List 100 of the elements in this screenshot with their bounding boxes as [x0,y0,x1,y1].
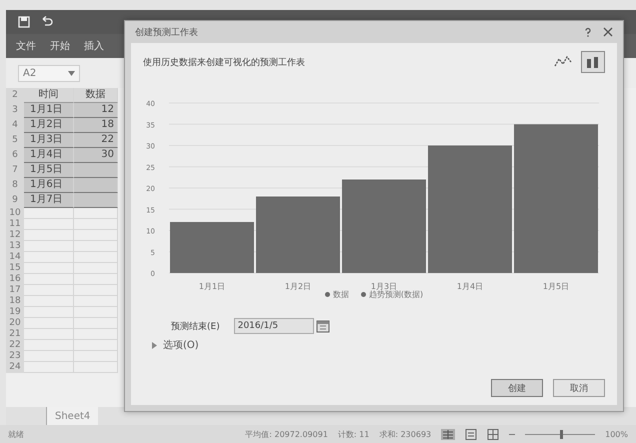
table-cell [74,318,118,329]
options-expander[interactable]: 选项(O) [143,338,199,352]
row-number[interactable]: 20 [6,318,24,329]
table-cell [74,362,118,373]
table-cell: 1月2日 [24,118,74,133]
table-cell [74,219,118,230]
row-number[interactable]: 15 [6,263,24,274]
row-number[interactable]: 10 [6,208,24,219]
status-count: 计数: 11 [338,428,370,440]
calendar-icon[interactable] [316,319,330,333]
table-cell [24,263,74,274]
row-number[interactable]: 23 [6,351,24,362]
name-box[interactable]: A2 [18,64,80,82]
axis-category-label: 1月2日 [284,282,312,291]
row-number[interactable]: 12 [6,230,24,241]
table-cell [24,362,74,373]
table-cell [74,351,118,362]
table-cell [74,263,118,274]
table-cell: 1月7日 [24,193,74,208]
row-number[interactable]: 24 [6,362,24,373]
row-number[interactable]: 19 [6,307,24,318]
close-icon[interactable] [603,27,613,37]
table-cell [24,340,74,351]
table-cell [74,285,118,296]
table-cell: 1月4日 [24,148,74,163]
caret-icon [151,342,157,348]
table-cell: 数据 [74,88,118,103]
legend-dot [324,292,330,297]
ribbon-tab[interactable]: 开始 [44,34,76,58]
table-cell [24,230,74,241]
row-number[interactable]: 6 [6,148,24,163]
table-cell [74,252,118,263]
table-cell [24,241,74,252]
axis-category-label: 1月1日 [198,282,226,291]
page-break-icon[interactable] [487,428,500,440]
row-number[interactable]: 11 [6,219,24,230]
status-sum: 求和: 230693 [379,428,432,440]
table-cell [74,340,118,351]
row-number[interactable]: 7 [6,163,24,178]
table-cell [24,296,74,307]
table-cell [24,252,74,263]
table-cell [74,329,118,340]
table-cell: 18 [74,118,118,133]
table-cell [24,329,74,340]
row-number[interactable]: 4 [6,118,24,133]
row-number[interactable]: 5 [6,133,24,148]
table-cell: 1月3日 [24,133,74,148]
table-cell [74,296,118,307]
table-cell: 1月5日 [24,163,74,178]
table-cell: 1月6日 [24,178,74,193]
undo-icon[interactable] [40,16,54,28]
table-cell: 1月1日 [24,103,74,118]
status-text: 就绪 [8,428,24,440]
date-field[interactable]: 2016/1/5 [234,318,314,334]
status-average: 平均值: 20972.09091 [245,428,328,440]
axis-category-label: 1月4日 [456,282,484,291]
row-number[interactable]: 3 [6,103,24,118]
table-cell [24,285,74,296]
table-cell: 22 [74,133,118,148]
table-cell [74,274,118,285]
row-number[interactable]: 18 [6,296,24,307]
table-cell [24,219,74,230]
dialog-description: 使用历史数据来创建可视化的预测工作表 [143,56,305,68]
table-cell: 30 [74,148,118,163]
table-cell: 12 [74,103,118,118]
ribbon-tab[interactable]: 文件 [10,34,42,58]
row-number[interactable]: 17 [6,285,24,296]
axis-category-label: 1月5日 [542,282,570,291]
page-layout-icon[interactable] [465,428,478,440]
row-number[interactable]: 16 [6,274,24,285]
cancel-button[interactable]: 取消 [553,379,605,397]
zoom-label: 100% [605,430,628,438]
legend-label: 趋势预测(数据) [368,290,424,300]
save-icon[interactable] [18,16,30,28]
table-cell [24,274,74,285]
table-cell [74,208,118,219]
table-cell [24,208,74,219]
help-icon[interactable] [583,27,593,37]
row-number[interactable]: 8 [6,178,24,193]
sheet-tab[interactable]: Sheet4 [46,407,98,425]
column-chart-button[interactable] [581,51,605,73]
table-cell [74,241,118,252]
table-cell: 时间 [24,88,74,103]
create-button[interactable]: 创建 [491,379,543,397]
row-number[interactable]: 2 [6,88,24,103]
row-number[interactable]: 21 [6,329,24,340]
table-cell [24,318,74,329]
normal-view-icon[interactable] [441,428,456,440]
legend-dot [360,292,366,297]
field-label: 预测结束(E) [171,320,220,332]
row-number[interactable]: 13 [6,241,24,252]
row-number[interactable]: 14 [6,252,24,263]
row-number[interactable]: 22 [6,340,24,351]
table-cell [24,307,74,318]
dialog-title: 创建预测工作表 [135,26,198,38]
row-number[interactable]: 9 [6,193,24,208]
dropdown-icon [68,70,75,76]
legend-label: 数据 [332,289,349,300]
ribbon-tab[interactable]: 插入 [78,34,110,58]
axis-category-label: 1月3日 [370,282,398,291]
